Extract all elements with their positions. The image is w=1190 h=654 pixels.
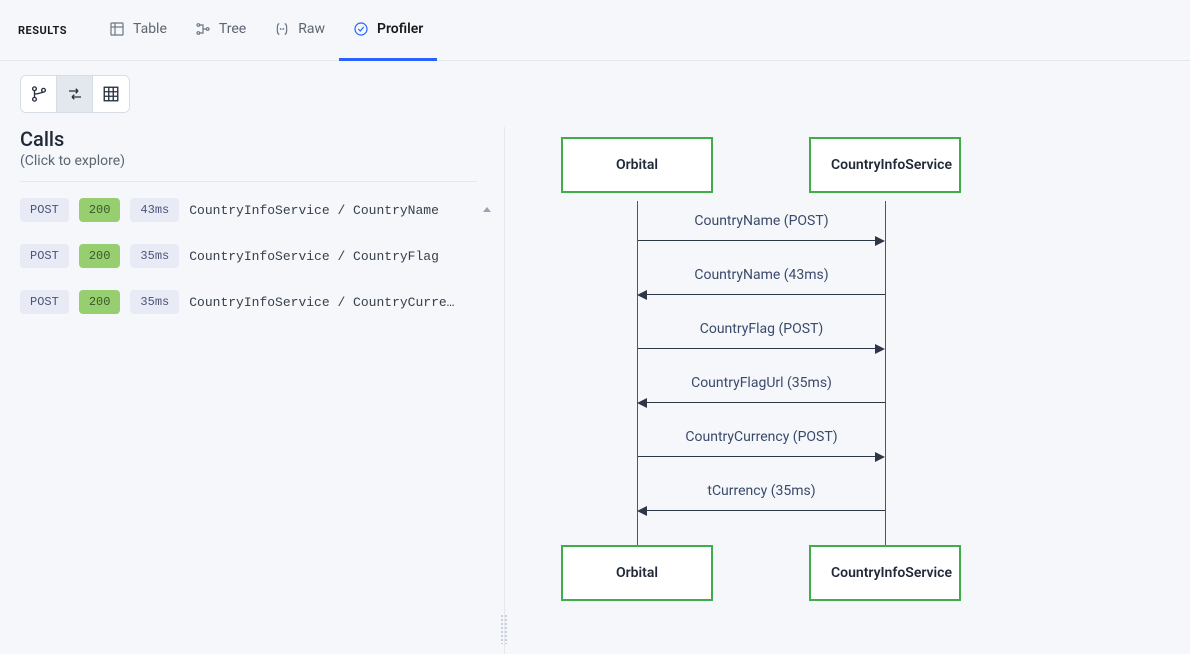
profiler-toolbar [0,61,1190,127]
actor-countryinfo-top: CountryInfoService [809,137,961,193]
call-row[interactable]: POST 200 43ms CountryInfoService / Count… [20,192,477,228]
call-row[interactable]: POST 200 35ms CountryInfoService / Count… [20,284,477,320]
tab-label: Raw [298,21,325,37]
view-sequence-button[interactable] [57,76,93,112]
status-badge: 200 [79,290,121,314]
arrow-left-icon [637,506,647,516]
divider [20,181,477,182]
arrow-right-icon [875,236,885,246]
call-desc: CountryInfoService / CountryFlag [189,249,477,264]
call-desc: CountryInfoService / CountryCurre… [189,295,477,310]
view-branch-button[interactable] [21,76,57,112]
tab-raw[interactable]: Raw [260,0,339,61]
lifeline-right [885,201,886,546]
msg-label: CountryFlag (POST) [639,321,884,337]
tab-tree[interactable]: Tree [181,0,260,61]
panel-splitter[interactable] [497,127,511,654]
view-grid-button[interactable] [93,76,129,112]
msg-arrow [638,456,877,457]
sequence-diagram-panel: Orbital CountryInfoService CountryName (… [511,127,1190,654]
actor-countryinfo-bottom: CountryInfoService [809,545,961,601]
actor-orbital-top: Orbital [561,137,713,193]
msg-arrow [638,348,877,349]
time-badge: 35ms [130,290,179,314]
view-mode-group [20,75,130,113]
profiler-icon [353,21,369,37]
msg-arrow [645,294,885,295]
results-tabs: Table Tree Raw Profiler [95,0,437,61]
status-badge: 200 [79,198,121,222]
tree-icon [195,21,211,37]
tab-table[interactable]: Table [95,0,181,61]
calls-title: Calls [20,127,477,151]
calls-subtitle: (Click to explore) [20,153,477,169]
msg-label: CountryCurrency (POST) [639,429,884,445]
status-badge: 200 [79,244,121,268]
method-badge: POST [20,198,69,222]
msg-label: CountryFlagUrl (35ms) [639,375,884,391]
msg-arrow [638,240,877,241]
arrow-right-icon [875,344,885,354]
msg-arrow [645,402,885,403]
arrow-right-icon [875,452,885,462]
profiler-content: Calls (Click to explore) POST 200 43ms C… [0,127,1190,654]
lifeline-left [637,201,638,546]
time-badge: 35ms [130,244,179,268]
tab-label: Table [133,21,167,37]
tab-label: Profiler [377,21,423,37]
calls-panel: Calls (Click to explore) POST 200 43ms C… [0,127,497,654]
scroll-up-icon[interactable] [483,207,491,212]
msg-arrow [645,510,885,511]
method-badge: POST [20,290,69,314]
tab-profiler[interactable]: Profiler [339,0,437,61]
msg-label: CountryName (43ms) [639,267,884,283]
tab-label: Tree [219,21,246,37]
results-header: RESULTS Table Tree Raw Profiler [0,0,1190,61]
splitter-grip-icon [500,614,508,644]
call-row[interactable]: POST 200 35ms CountryInfoService / Count… [20,238,477,274]
results-label: RESULTS [18,24,67,37]
actor-orbital-bottom: Orbital [561,545,713,601]
method-badge: POST [20,244,69,268]
raw-icon [274,21,290,37]
call-desc: CountryInfoService / CountryName [189,203,477,218]
arrow-left-icon [637,398,647,408]
sequence-diagram: Orbital CountryInfoService CountryName (… [511,137,1190,637]
time-badge: 43ms [130,198,179,222]
msg-label: tCurrency (35ms) [639,483,884,499]
table-icon [109,21,125,37]
msg-label: CountryName (POST) [639,213,884,229]
arrow-left-icon [637,290,647,300]
